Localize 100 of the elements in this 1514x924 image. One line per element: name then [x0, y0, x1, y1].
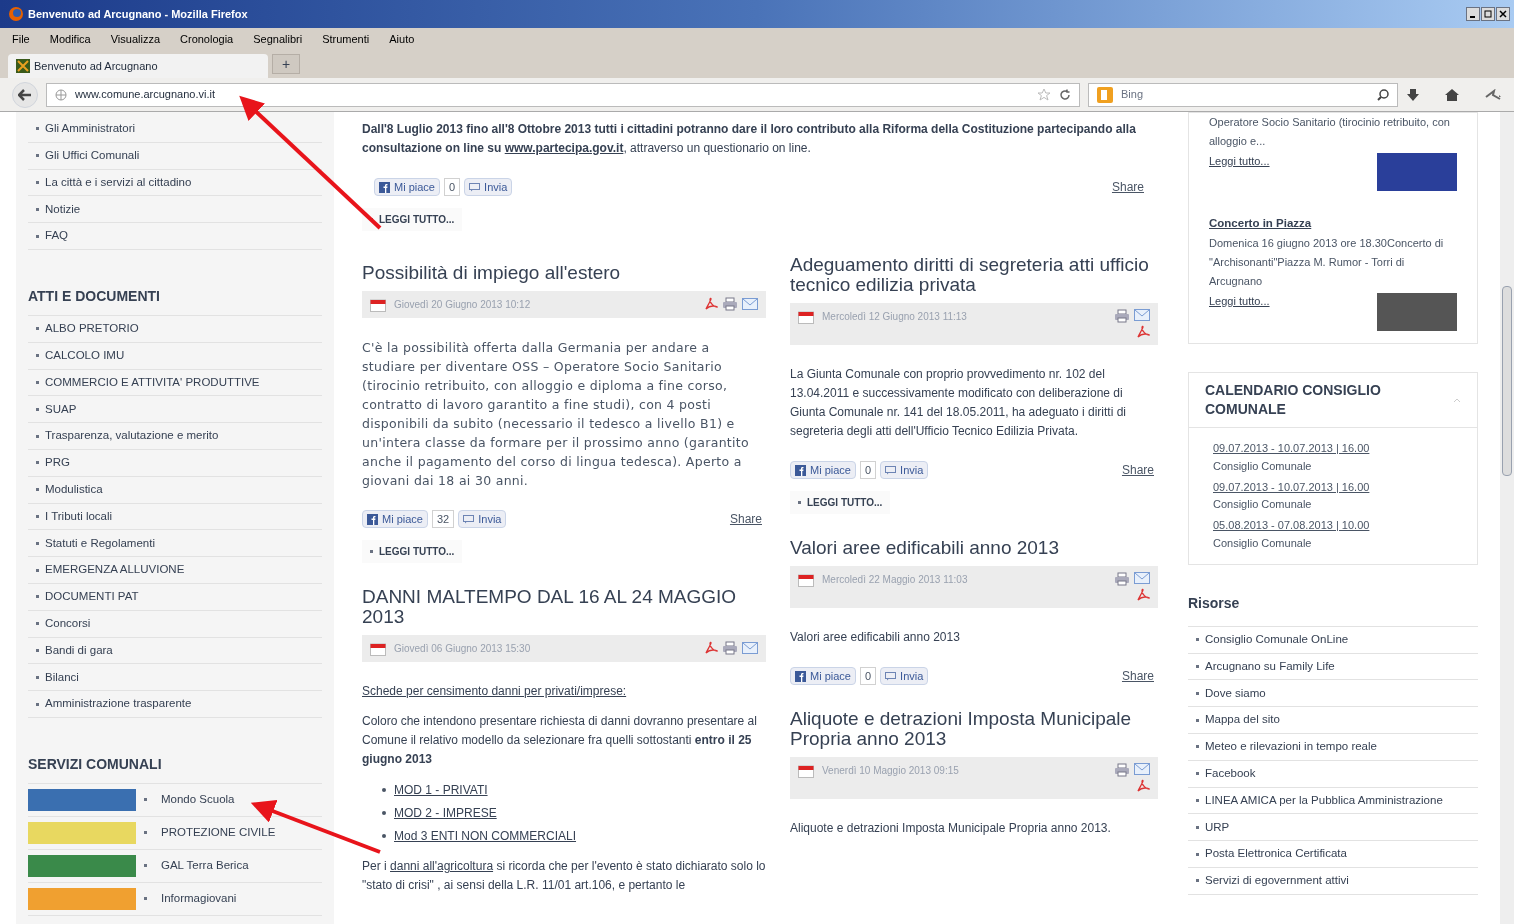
resource-link[interactable]: Mappa del sito: [1205, 711, 1280, 729]
sidebar-link[interactable]: PRG: [45, 454, 70, 472]
resource-link[interactable]: Posta Elettronica Certificata: [1205, 845, 1347, 863]
address-field[interactable]: www.comune.arcugnano.vi.it: [46, 82, 1080, 107]
sidebar-link[interactable]: DOCUMENTI PAT: [45, 588, 139, 606]
sidebar-link[interactable]: SUAP: [45, 400, 77, 418]
sidebar-link[interactable]: Statuti e Regolamenti: [45, 534, 155, 552]
like-button[interactable]: Mi piace: [374, 178, 440, 196]
send-button[interactable]: Invia: [458, 510, 507, 528]
send-button[interactable]: Invia: [880, 461, 929, 479]
print-icon: [722, 641, 738, 655]
event-date-link[interactable]: 05.08.2013 - 07.08.2013 | 10.00: [1213, 517, 1453, 534]
bullet-icon: [1196, 664, 1199, 668]
sidebar-link[interactable]: Notizie: [45, 200, 81, 218]
menu-item[interactable]: Visualizza: [110, 30, 161, 48]
event-date-link[interactable]: 09.07.2013 - 10.07.2013 | 16.00: [1213, 478, 1453, 496]
share-link[interactable]: Share: [1121, 667, 1154, 685]
share-link[interactable]: Share: [1111, 178, 1144, 196]
resource-link[interactable]: LINEA AMICA per la Pubblica Amministrazione: [1205, 791, 1443, 810]
sidebar-link[interactable]: EMERGENZA ALLUVIONE: [45, 561, 185, 579]
sidebar-link[interactable]: PROTEZIONE CIVILE: [161, 824, 276, 842]
article-link[interactable]: Schede per censimento danni per privati/imprese:: [362, 682, 766, 700]
close-button[interactable]: [1496, 7, 1510, 21]
sidebar-link[interactable]: Mondo Scuola: [161, 791, 235, 809]
article-link[interactable]: danni all'agricoltura: [390, 859, 494, 873]
minimize-button[interactable]: [1466, 7, 1480, 21]
resource-link[interactable]: URP: [1205, 818, 1230, 836]
bullet-icon: [36, 354, 39, 358]
like-button[interactable]: Mi piace: [790, 667, 856, 685]
download-icon[interactable]: [1406, 87, 1420, 102]
sidebar-link[interactable]: Bilanci: [45, 668, 79, 686]
menu-item[interactable]: Strumenti: [322, 30, 370, 48]
sidebar-link[interactable]: La città e i servizi al cittadino: [45, 173, 192, 192]
resource-link[interactable]: Arcugnano su Family Life: [1205, 657, 1335, 676]
calendar-icon: [370, 297, 386, 312]
menu-item[interactable]: File: [12, 30, 30, 48]
home-icon[interactable]: [1444, 87, 1460, 102]
menu-item[interactable]: Cronologia: [180, 30, 234, 48]
resource-link[interactable]: Servizi di egovernment attivi: [1205, 872, 1349, 890]
facebook-icon: [795, 464, 806, 476]
document-link[interactable]: MOD 1 - PRIVATI: [394, 781, 488, 799]
share-link[interactable]: Share: [1121, 461, 1154, 479]
article-date: Giovedì 06 Giugno 2013 15:30: [394, 642, 531, 656]
resource-link[interactable]: Facebook: [1205, 765, 1256, 783]
article-title: Adeguamento diritti di segreteria atti ufficio tecnico edilizia privata: [790, 255, 1150, 295]
resource-link[interactable]: Consiglio Comunale OnLine: [1205, 631, 1349, 649]
maximize-button[interactable]: [1481, 7, 1495, 21]
bullet-icon: [1196, 718, 1199, 722]
section-heading: CALENDARIO CONSIGLIO COMUNALE: [1205, 381, 1382, 420]
calendar-icon: [798, 763, 814, 778]
bullet-icon: [36, 207, 39, 211]
sidebar-link[interactable]: I Tributi locali: [45, 507, 113, 526]
window-title: Benvenuto ad Arcugnano - Mozilla Firefox: [28, 6, 248, 22]
section-heading: ATTI E DOCUMENTI: [28, 274, 322, 316]
sidebar-link[interactable]: Gli Uffici Comunali: [45, 147, 140, 165]
menu-item[interactable]: Modifica: [49, 30, 91, 48]
resource-link[interactable]: Dove siamo: [1205, 684, 1266, 702]
like-button[interactable]: Mi piace: [790, 461, 856, 479]
read-more-link[interactable]: Leggi tutto...: [1209, 153, 1270, 170]
search-engine-icon: [1097, 86, 1113, 103]
bullet-icon: [36, 595, 39, 599]
event-name: Consiglio Comunale: [1213, 458, 1313, 474]
back-button[interactable]: [12, 81, 38, 108]
bullet-icon: [36, 461, 39, 465]
document-link[interactable]: Mod 3 ENTI NON COMMERCIALI: [394, 827, 577, 845]
document-link[interactable]: MOD 2 - IMPRESE: [394, 804, 497, 822]
search-box[interactable]: Bing: [1088, 82, 1398, 107]
sidebar-link[interactable]: Concorsi: [45, 615, 91, 633]
bullet-icon: [36, 407, 39, 411]
article-date: Venerdì 10 Maggio 2013 09:15: [822, 764, 959, 778]
news-title-link[interactable]: Concerto in Piazza: [1209, 215, 1457, 233]
like-count: 0: [859, 461, 877, 479]
like-count: 32: [431, 510, 455, 528]
sidebar-link[interactable]: ALBO PRETORIO: [45, 320, 139, 338]
sidebar-link[interactable]: Bandi di gara: [45, 641, 113, 660]
bullet-icon: [1196, 825, 1199, 829]
sidebar-link[interactable]: Trasparenza, valutazione e merito: [45, 427, 219, 445]
new-tab-button[interactable]: +: [272, 54, 300, 74]
sidebar-link[interactable]: CALCOLO IMU: [45, 347, 125, 365]
search-field[interactable]: Bing: [1121, 86, 1369, 103]
sidebar-link[interactable]: COMMERCIO E ATTIVITA' PRODUTTIVE: [45, 373, 260, 392]
menu-item[interactable]: Segnalibri: [253, 30, 303, 48]
share-link[interactable]: Share: [729, 510, 762, 528]
event-date-link[interactable]: 09.07.2013 - 10.07.2013 | 16.00: [1213, 440, 1453, 457]
read-more-link[interactable]: Leggi tutto...: [1209, 293, 1270, 310]
browser-tab[interactable]: Benvenuto ad Arcugnano: [8, 54, 268, 78]
sidebar-link[interactable]: Modulistica: [45, 481, 103, 499]
bullet-icon: [36, 380, 39, 384]
email-icon: [1134, 763, 1150, 775]
sidebar-link[interactable]: Amministrazione trasparente: [45, 695, 192, 713]
menu-item[interactable]: Aiuto: [389, 30, 415, 48]
send-button[interactable]: Invia: [464, 178, 513, 196]
sidebar-link[interactable]: GAL Terra Berica: [161, 857, 249, 875]
like-button[interactable]: Mi piace: [362, 510, 428, 528]
sidebar-link[interactable]: FAQ: [45, 227, 68, 245]
sidebar-link[interactable]: Informagiovani: [161, 890, 237, 908]
resource-link[interactable]: Meteo e rilevazioni in tempo reale: [1205, 738, 1377, 756]
send-button[interactable]: Invia: [880, 667, 929, 685]
sidebar-link[interactable]: Gli Amministratori: [45, 120, 136, 138]
send-icon: [463, 514, 475, 524]
